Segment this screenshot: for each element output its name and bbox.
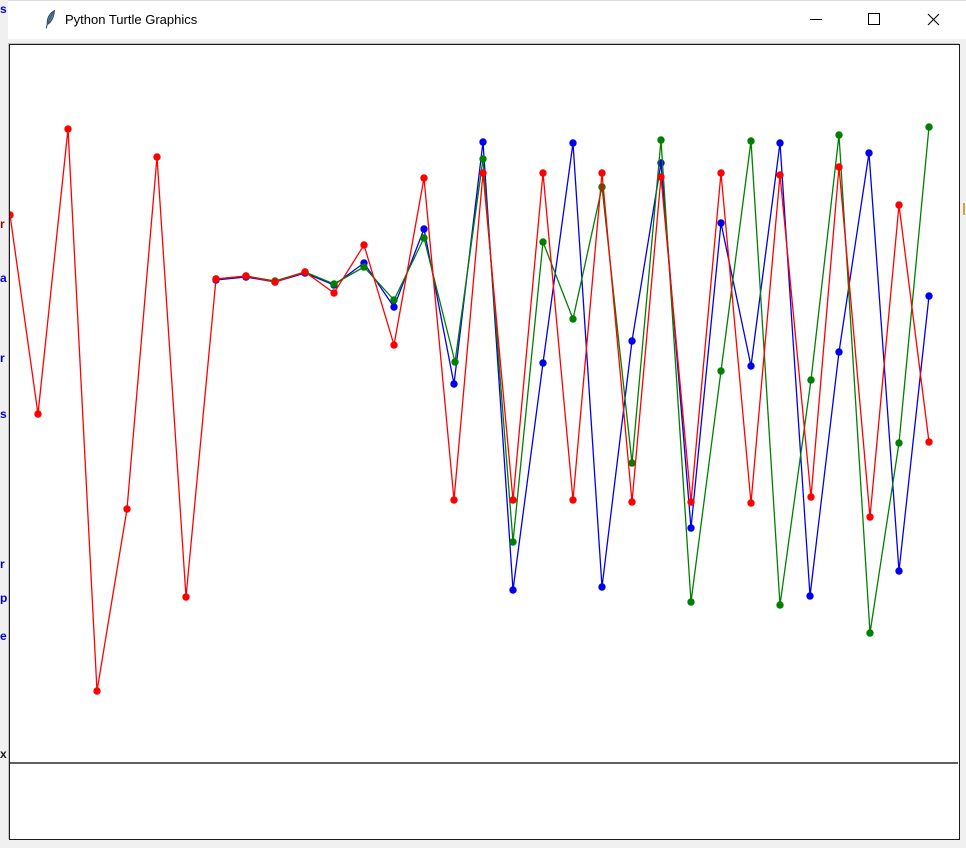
background-text-fragment: r [0, 558, 8, 570]
background-text-fragment: s [0, 3, 8, 15]
background-text-fragment: a [0, 272, 8, 284]
background-text-fragment: p [0, 592, 8, 604]
background-text-fragment: r [0, 218, 8, 230]
background-text-fragment: r [0, 352, 8, 364]
background-text-fragment: x [0, 748, 8, 760]
python-feather-icon [42, 10, 58, 29]
desktop: { "window": { "title": "Python Turtle Gr… [0, 0, 966, 848]
turtle-canvas[interactable] [9, 44, 960, 840]
background-text-fragment: e [0, 630, 8, 642]
minimize-icon [810, 19, 822, 20]
minimize-button[interactable] [793, 0, 839, 38]
close-icon [927, 13, 940, 26]
window-title: Python Turtle Graphics [65, 12, 197, 27]
background-window-right-fragment [963, 203, 965, 215]
background-text-fragment: s [0, 408, 8, 420]
close-button[interactable] [910, 0, 956, 38]
maximize-icon [868, 13, 880, 25]
background-window-strip[interactable]: s r a r s r p e x [0, 0, 8, 848]
maximize-button[interactable] [851, 0, 897, 38]
